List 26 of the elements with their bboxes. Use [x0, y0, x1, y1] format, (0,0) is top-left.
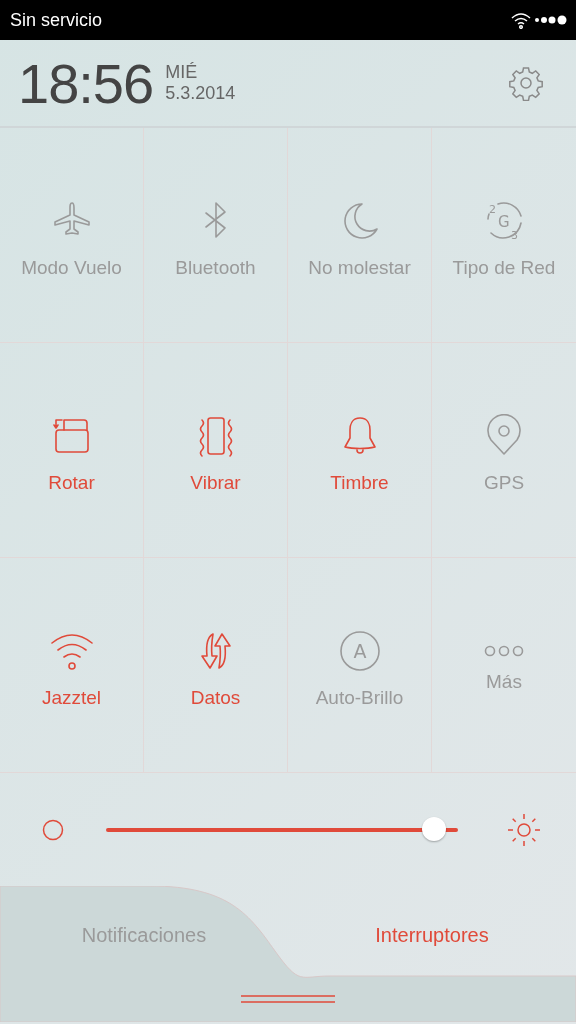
tab[interactable]: Interruptores [288, 894, 576, 976]
toggle-tile[interactable]: GPS [432, 343, 576, 558]
toggle-tile[interactable]: Jazztel [0, 558, 144, 773]
toggle-tile[interactable]: Vibrar [144, 343, 288, 558]
clock-time: 18:56 [18, 50, 154, 116]
brightness-slider[interactable] [106, 816, 458, 843]
settings-icon[interactable] [508, 65, 544, 101]
auto-brightness-icon: A [337, 629, 382, 673]
toggle-tile[interactable]: Más [432, 558, 576, 773]
date: 5.3.2014 [165, 83, 236, 104]
sun-icon [506, 811, 542, 848]
carrier-name: Sin servicio [10, 9, 103, 31]
toggle-tile[interactable]: No molestar [288, 128, 432, 343]
tab[interactable]: Notificaciones [0, 894, 288, 976]
drag-handle-icon[interactable] [241, 994, 335, 1004]
toggle-tile[interactable]: A Auto-Brillo [288, 558, 432, 773]
wifi-icon [510, 11, 532, 29]
toggle-tile[interactable]: Bluetooth [144, 128, 288, 343]
low-brightness-icon [42, 818, 64, 841]
toggle-tile[interactable]: Modo Vuelo [0, 128, 144, 343]
weekday: MIÉ [165, 62, 199, 83]
toggle-tile[interactable]: Timbre [288, 343, 432, 558]
toggle-tile[interactable]: Datos [144, 558, 288, 773]
more-icon [482, 645, 526, 657]
signal-icon [534, 14, 568, 26]
toggle-tile[interactable]: Rotar [0, 343, 144, 558]
